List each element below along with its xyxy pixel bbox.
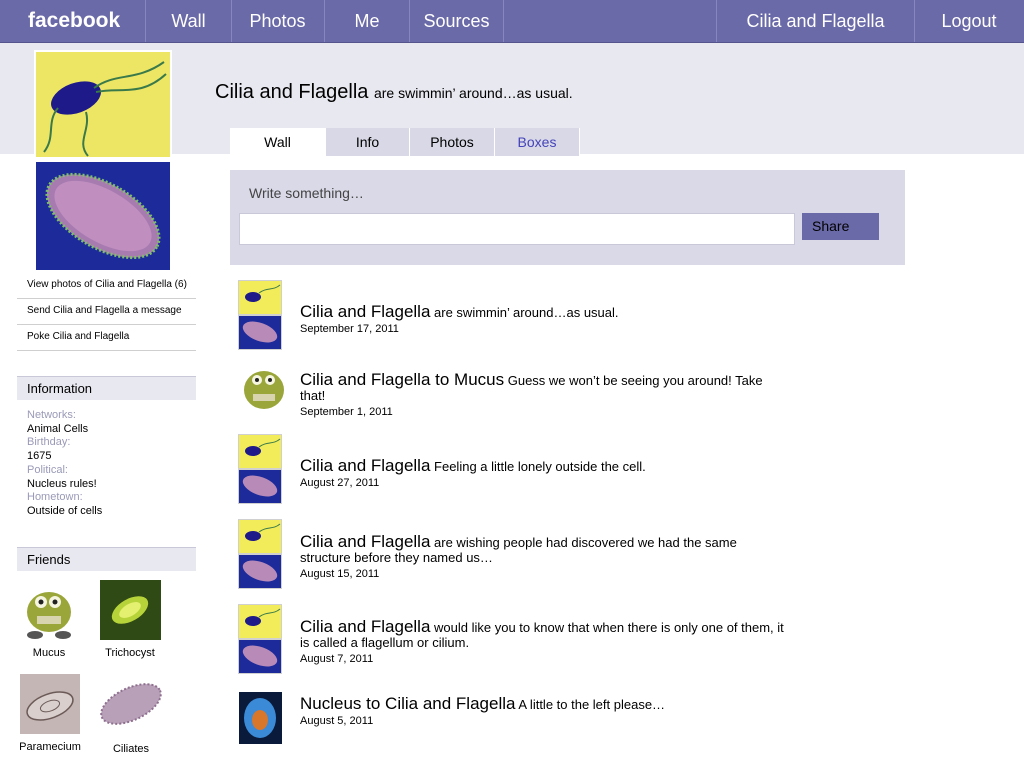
post-date[interactable]: September 1, 2011 (300, 405, 790, 420)
post-body: Cilia and Flagella Feeling a little lone… (300, 456, 790, 491)
ciliates-avatar (96, 674, 166, 736)
friend-name[interactable]: Mucus (17, 647, 81, 659)
post-author[interactable]: Cilia and Flagella (300, 532, 430, 551)
info-label: Networks: (27, 409, 76, 421)
post-date[interactable]: August 27, 2011 (300, 476, 790, 491)
flagellum-thumbnail[interactable] (238, 434, 282, 469)
post-text: Feeling a little lonely outside the cell… (434, 459, 646, 474)
info-value: Outside of cells (27, 504, 103, 517)
flagellum-thumbnail[interactable] (238, 519, 282, 554)
post-body: Cilia and Flagella to Mucus Guess we won… (300, 370, 790, 420)
composer-label: Write something… (249, 185, 364, 201)
friend-ciliates[interactable]: Ciliates (96, 674, 166, 755)
wall-post: Cilia and Flagella to Mucus Guess we won… (236, 358, 796, 420)
flagellum-bacterium-image (36, 52, 170, 157)
nucleus-thumbnail[interactable] (239, 692, 282, 744)
info-label: Hometown: (27, 491, 83, 504)
send-message-link[interactable]: Send Cilia and Flagella a message (17, 300, 196, 325)
post-author[interactable]: Cilia and Flagella to Mucus (300, 370, 504, 389)
post-body: Cilia and Flagella would like you to kno… (300, 617, 790, 667)
profile-picture-cilia[interactable] (34, 160, 172, 272)
cilia-thumbnail[interactable] (238, 315, 282, 350)
information-heading: Information (17, 376, 196, 400)
trichocyst-avatar (99, 580, 161, 640)
nav-photos[interactable]: Photos (231, 0, 325, 42)
nav-me[interactable]: Me (325, 0, 410, 42)
info-label: Political: (27, 463, 68, 476)
wall-post: Cilia and Flagella are swimmin’ around…a… (236, 280, 796, 350)
friend-paramecium[interactable]: Paramecium (15, 674, 85, 753)
info-value: 1675 (27, 450, 52, 463)
tab-boxes[interactable]: Boxes (495, 128, 580, 156)
post-text: are swimmin’ around…as usual. (434, 305, 619, 320)
post-author[interactable]: Cilia and Flagella (300, 456, 430, 475)
facebook-logo[interactable]: facebook (28, 0, 120, 42)
profile-status-text: are swimmin’ around…as usual. (373, 85, 573, 101)
wall-post: Nucleus to Cilia and Flagella A little t… (236, 690, 796, 746)
mucus-avatar (19, 580, 79, 640)
tab-photos[interactable]: Photos (410, 128, 495, 156)
post-text: A little to the left please… (518, 697, 666, 712)
friend-name[interactable]: Ciliates (96, 743, 166, 755)
friends-heading: Friends (17, 547, 196, 571)
wall-post: Cilia and Flagella would like you to kno… (236, 604, 796, 674)
post-author[interactable]: Cilia and Flagella (300, 617, 430, 636)
post-body: Cilia and Flagella are swimmin’ around…a… (300, 302, 790, 337)
tab-info[interactable]: Info (326, 128, 410, 156)
post-date[interactable]: September 17, 2011 (300, 322, 790, 337)
share-button[interactable]: Share (802, 213, 879, 240)
post-author[interactable]: Nucleus to Cilia and Flagella (300, 694, 515, 713)
top-nav-bar: facebook Wall Photos Me Sources Cilia an… (0, 0, 1024, 43)
profile-status: Cilia and Flagella are swimmin’ around…a… (215, 81, 573, 104)
friend-trichocyst[interactable]: Trichocyst (98, 580, 162, 659)
post-body: Nucleus to Cilia and Flagella A little t… (300, 694, 790, 729)
nav-wall[interactable]: Wall (145, 0, 232, 42)
view-photos-link[interactable]: View photos of Cilia and Flagella (6) (17, 274, 196, 299)
friend-name[interactable]: Paramecium (15, 741, 85, 753)
paramecium-avatar (20, 674, 80, 734)
info-value: Animal Cells (27, 422, 89, 435)
wall-post: Cilia and Flagella Feeling a little lone… (236, 434, 796, 504)
friend-name[interactable]: Trichocyst (98, 647, 162, 659)
post-date[interactable]: August 15, 2011 (300, 567, 790, 582)
post-date[interactable]: August 5, 2011 (300, 714, 790, 729)
nav-logout[interactable]: Logout (914, 0, 1024, 42)
post-date[interactable]: August 7, 2011 (300, 652, 790, 667)
poke-link[interactable]: Poke Cilia and Flagella (17, 326, 196, 351)
post-body: Cilia and Flagella are wishing people ha… (300, 532, 790, 582)
information-list: Networks: Animal Cells Birthday: 1675 Po… (27, 409, 102, 519)
profile-picture-flagellum[interactable] (34, 50, 172, 159)
cilia-thumbnail[interactable] (238, 554, 282, 589)
wall-post: Cilia and Flagella are wishing people ha… (236, 519, 796, 589)
post-author[interactable]: Cilia and Flagella (300, 302, 430, 321)
cilia-thumbnail[interactable] (238, 639, 282, 674)
friend-mucus[interactable]: Mucus (17, 580, 81, 659)
profile-name[interactable]: Cilia and Flagella (215, 81, 368, 103)
flagellum-thumbnail[interactable] (238, 604, 282, 639)
info-label: Birthday: (27, 436, 71, 449)
nav-profile-name[interactable]: Cilia and Flagella (716, 0, 915, 42)
cilia-thumbnail[interactable] (238, 469, 282, 504)
tab-wall[interactable]: Wall (230, 128, 326, 156)
ciliate-cell-image (36, 162, 170, 270)
mucus-thumbnail[interactable] (236, 358, 292, 418)
nav-sources[interactable]: Sources (410, 0, 504, 42)
composer-input[interactable] (239, 213, 795, 245)
info-value: Nucleus rules! (27, 477, 97, 490)
wall-composer: Write something… Share (230, 170, 905, 265)
flagellum-thumbnail[interactable] (238, 280, 282, 315)
